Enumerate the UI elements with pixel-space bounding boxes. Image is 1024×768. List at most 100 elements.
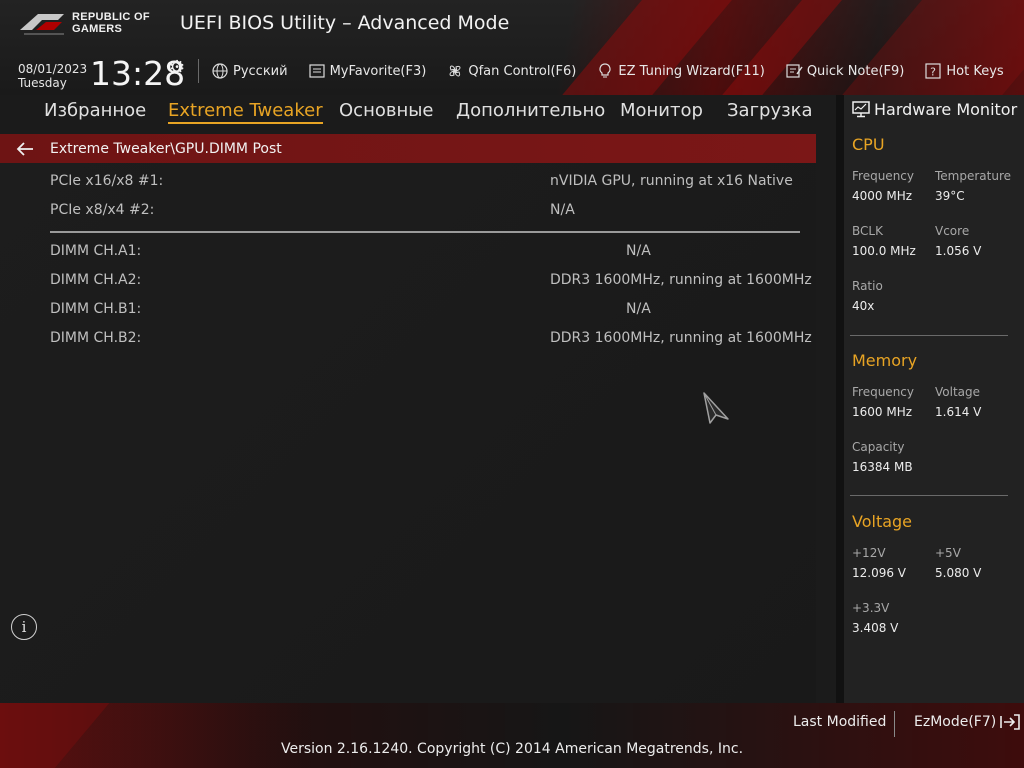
favorite-list-icon xyxy=(308,64,325,78)
memory-frequency-value: 1600 MHz xyxy=(852,405,913,419)
ez-tuning-wizard-button[interactable]: EZ Tuning Wizard(F11) xyxy=(596,62,765,80)
pcie-slot-2-row[interactable]: PCIe x8/x4 #2: N/A xyxy=(50,202,800,224)
tab-monitor[interactable]: Монитор xyxy=(620,100,703,121)
quick-note-label: Quick Note(F9) xyxy=(806,63,905,79)
v5-label: +5V xyxy=(935,546,961,560)
brand-line-1: REPUBLIC OF xyxy=(72,11,150,23)
row-value: N/A xyxy=(626,301,651,317)
memory-frequency-label: Frequency xyxy=(852,385,914,399)
tab-main[interactable]: Основные xyxy=(339,100,434,121)
settings-panel: PCIe x16/x8 #1: nVIDIA GPU, running at x… xyxy=(0,163,816,703)
back-button[interactable] xyxy=(0,141,50,156)
row-value: N/A xyxy=(626,243,651,259)
myfavorite-button[interactable]: MyFavorite(F3) xyxy=(308,62,427,80)
cpu-frequency-label: Frequency xyxy=(852,169,914,183)
memory-section-heading: Memory xyxy=(852,351,918,370)
copyright-text: Version 2.16.1240. Copyright (C) 2014 Am… xyxy=(280,741,744,757)
cpu-ratio-value: 40x xyxy=(852,299,875,313)
pcie-slot-1-row[interactable]: PCIe x16/x8 #1: nVIDIA GPU, running at x… xyxy=(50,173,800,195)
last-modified-button[interactable]: Last Modified xyxy=(793,714,886,730)
cpu-section-heading: CPU xyxy=(852,135,885,154)
dimm-chb1-row[interactable]: DIMM CH.B1: N/A xyxy=(50,301,800,323)
ez-tuning-label: EZ Tuning Wizard(F11) xyxy=(618,63,765,79)
date-display: 08/01/2023 Tuesday xyxy=(18,62,87,90)
globe-icon xyxy=(212,63,228,79)
row-label: DIMM CH.A1: xyxy=(50,243,142,259)
row-label: DIMM CH.A2: xyxy=(50,272,142,288)
ezmode-label: EzMode(F7) xyxy=(914,714,997,730)
row-label: DIMM CH.B1: xyxy=(50,301,142,317)
header-bar: REPUBLIC OF GAMERS UEFI BIOS Utility – A… xyxy=(0,0,1024,95)
v12-label: +12V xyxy=(852,546,886,560)
footer-bar: Last Modified EzMode(F7) Version 2.16.12… xyxy=(0,703,1024,768)
toolbar-separator xyxy=(198,59,199,83)
myfavorite-label: MyFavorite(F3) xyxy=(329,63,427,79)
row-label: DIMM CH.B2: xyxy=(50,330,142,346)
monitor-icon xyxy=(852,101,870,118)
cpu-vcore-value: 1.056 V xyxy=(935,244,982,258)
row-value: DDR3 1600MHz, running at 1600MHz xyxy=(550,330,812,346)
footer-separator xyxy=(894,711,895,737)
language-button[interactable]: Русский xyxy=(211,62,288,80)
cpu-bclk-label: BCLK xyxy=(852,224,883,238)
v5-value: 5.080 V xyxy=(935,566,982,580)
weekday-text: Tuesday xyxy=(18,76,67,90)
qfan-label: Qfan Control(F6) xyxy=(468,63,577,79)
ezmode-button[interactable]: EzMode(F7) xyxy=(914,714,1021,730)
v33-value: 3.408 V xyxy=(852,621,899,635)
fan-icon xyxy=(449,65,461,77)
info-icon: i xyxy=(21,618,27,636)
row-label: PCIe x16/x8 #1: xyxy=(50,173,164,189)
hw-divider xyxy=(850,335,1008,336)
cpu-ratio-label: Ratio xyxy=(852,279,883,293)
breadcrumb-path: Extreme Tweaker\GPU.DIMM Post xyxy=(50,140,282,157)
info-button[interactable]: i xyxy=(11,614,37,640)
hw-divider xyxy=(850,495,1008,496)
svg-text:?: ? xyxy=(930,66,936,79)
lightbulb-icon xyxy=(599,63,611,78)
hardware-monitor-title: Hardware Monitor xyxy=(852,100,1017,119)
hardware-monitor-panel: Hardware Monitor CPU Frequency 4000 MHz … xyxy=(844,95,1024,703)
row-value: N/A xyxy=(550,202,575,218)
section-divider xyxy=(50,231,800,233)
cpu-bclk-value: 100.0 MHz xyxy=(852,244,916,258)
dimm-cha2-row[interactable]: DIMM CH.A2: DDR3 1600MHz, running at 160… xyxy=(50,272,812,294)
help-icon: ? xyxy=(925,63,941,79)
main-tabs: Избранное Extreme Tweaker Основные Допол… xyxy=(0,95,815,128)
language-label: Русский xyxy=(233,63,288,79)
note-icon xyxy=(786,64,803,78)
memory-voltage-label: Voltage xyxy=(935,385,981,399)
memory-capacity-label: Capacity xyxy=(852,440,905,454)
breadcrumb: Extreme Tweaker\GPU.DIMM Post xyxy=(0,134,816,163)
hot-keys-button[interactable]: ? Hot Keys xyxy=(924,62,1004,80)
cpu-temperature-label: Temperature xyxy=(935,169,1012,183)
memory-capacity-value: 16384 MB xyxy=(852,460,913,474)
mouse-cursor-icon xyxy=(703,392,729,424)
cpu-frequency-value: 4000 MHz xyxy=(852,189,913,203)
dimm-cha1-row[interactable]: DIMM CH.A1: N/A xyxy=(50,243,800,265)
row-value: DDR3 1600MHz, running at 1600MHz xyxy=(550,272,812,288)
quick-note-button[interactable]: Quick Note(F9) xyxy=(785,62,905,80)
hardware-monitor-label: Hardware Monitor xyxy=(874,100,1018,119)
brand-text: REPUBLIC OF GAMERS xyxy=(72,11,150,35)
tab-favorites[interactable]: Избранное xyxy=(44,100,146,121)
tab-boot[interactable]: Загрузка xyxy=(727,100,813,121)
back-arrow-icon xyxy=(16,141,33,156)
row-label: PCIe x8/x4 #2: xyxy=(50,202,155,218)
gear-icon[interactable]: ⚙ xyxy=(169,57,185,78)
row-value: nVIDIA GPU, running at x16 Native xyxy=(550,173,793,189)
dimm-chb2-row[interactable]: DIMM CH.B2: DDR3 1600MHz, running at 160… xyxy=(50,330,812,352)
tab-advanced[interactable]: Дополнительно xyxy=(456,100,605,121)
tab-extreme-tweaker[interactable]: Extreme Tweaker xyxy=(168,100,323,124)
hot-keys-label: Hot Keys xyxy=(946,63,1004,79)
voltage-section-heading: Voltage xyxy=(852,512,913,531)
v12-value: 12.096 V xyxy=(852,566,907,580)
date-text: 08/01/2023 xyxy=(18,62,88,76)
cpu-temperature-value: 39°C xyxy=(935,189,965,203)
brand-line-2: GAMERS xyxy=(72,23,123,35)
toolbar: Русский MyFavorite(F3) Qfan Control(F6) … xyxy=(198,59,1024,83)
cpu-vcore-label: Vcore xyxy=(935,224,970,238)
qfan-control-button[interactable]: Qfan Control(F6) xyxy=(446,62,576,80)
panel-separator xyxy=(836,95,844,703)
v33-label: +3.3V xyxy=(852,601,890,615)
